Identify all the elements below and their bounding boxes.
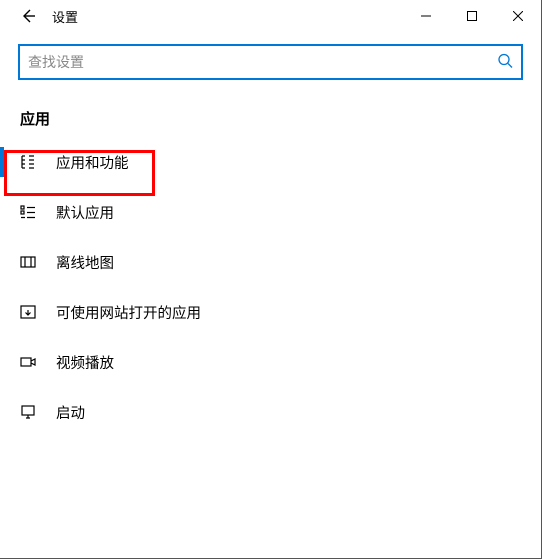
nav-label: 默认应用 xyxy=(56,202,114,223)
titlebar: 设置 xyxy=(0,0,541,32)
nav-item-video-playback[interactable]: 视频播放 xyxy=(0,337,523,387)
close-button[interactable] xyxy=(495,0,541,32)
apps-for-websites-icon xyxy=(18,302,38,322)
nav-list: 应用和功能 默认应用 离线地图 xyxy=(0,137,523,437)
search-box[interactable] xyxy=(18,44,523,80)
close-icon xyxy=(513,11,523,21)
nav-label: 视频播放 xyxy=(56,352,114,373)
nav-label: 可使用网站打开的应用 xyxy=(56,302,201,323)
content-area: 应用 应用和功能 默认应用 xyxy=(0,32,541,437)
nav-item-default-apps[interactable]: 默认应用 xyxy=(0,187,523,237)
nav-item-apps-for-websites[interactable]: 可使用网站打开的应用 xyxy=(0,287,523,337)
search-input[interactable] xyxy=(20,46,521,78)
nav-label: 离线地图 xyxy=(56,252,114,273)
nav-item-startup[interactable]: 启动 xyxy=(0,387,523,437)
minimize-button[interactable] xyxy=(403,0,449,32)
window-controls xyxy=(403,0,541,32)
apps-features-icon xyxy=(18,152,38,172)
nav-label: 启动 xyxy=(56,402,85,423)
window-title: 设置 xyxy=(52,7,78,26)
nav-item-apps-features[interactable]: 应用和功能 xyxy=(0,137,523,187)
back-arrow-icon xyxy=(20,8,36,24)
search-icon xyxy=(497,53,513,72)
video-playback-icon xyxy=(18,352,38,372)
startup-icon xyxy=(18,402,38,422)
nav-label: 应用和功能 xyxy=(56,152,129,173)
default-apps-icon xyxy=(18,202,38,222)
minimize-icon xyxy=(421,11,431,21)
back-button[interactable] xyxy=(8,0,48,32)
section-heading: 应用 xyxy=(20,108,523,129)
maximize-button[interactable] xyxy=(449,0,495,32)
nav-item-offline-maps[interactable]: 离线地图 xyxy=(0,237,523,287)
maximize-icon xyxy=(467,11,477,21)
offline-maps-icon xyxy=(18,252,38,272)
